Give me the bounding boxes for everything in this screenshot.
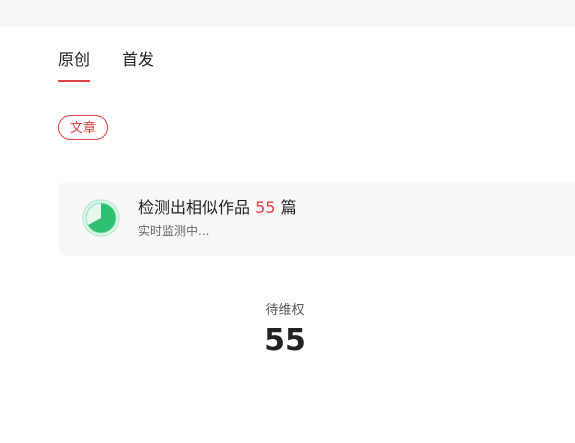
- pending-rights-count: 55: [264, 323, 306, 358]
- detection-title: 检测出相似作品 55 篇: [138, 197, 297, 219]
- tab-original[interactable]: 原创: [58, 48, 91, 82]
- filter-chip-article[interactable]: 文章: [58, 115, 108, 140]
- pending-rights-label: 待维权: [265, 303, 305, 318]
- detection-count: 55: [255, 198, 276, 217]
- tab-first-release[interactable]: 首发: [122, 48, 154, 80]
- detection-card: 检测出相似作品 55 篇 实时监测中...: [58, 183, 575, 256]
- tab-bar: 原创 首发: [58, 48, 154, 82]
- detection-suffix: 篇: [280, 198, 297, 217]
- page: 原创 首发 文章 检测出相似作品 55 篇 实时监测中... 待维权 55: [0, 0, 575, 443]
- detection-status: 实时监测中...: [138, 224, 210, 238]
- detection-prefix: 检测出相似作品: [138, 198, 251, 217]
- top-bar: [0, 0, 575, 27]
- progress-ring-icon: [82, 199, 120, 237]
